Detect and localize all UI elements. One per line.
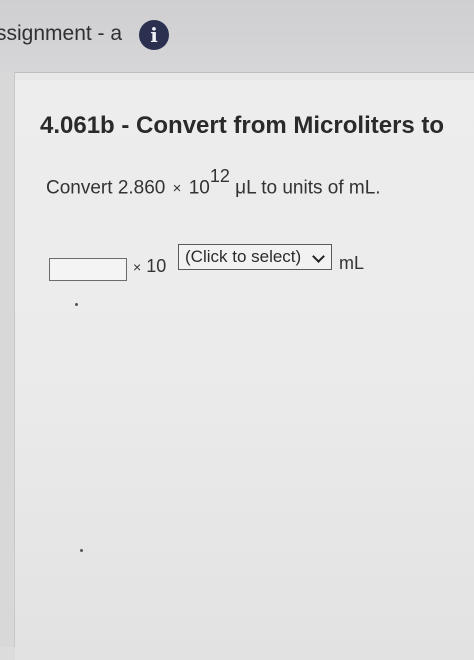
dust-speck [75,303,78,306]
answer-base: 10 [146,256,167,276]
assignment-header: ssignment - a i [0,0,474,73]
answer-times-sign: × [133,259,142,275]
info-icon[interactable]: i [139,20,169,50]
answer-unit: mL [339,253,365,273]
question-suffix: to units of mL. [261,177,381,199]
left-rail [0,72,15,647]
question-base: 10 [188,177,210,199]
answer-times-ten: × 10 [133,256,166,277]
exponent-select-label: (Click to select) [185,247,302,266]
assignment-title: ssignment - a [0,22,123,45]
question-text: Convert 2.860 × 1012 μL to units of mL. [46,166,381,199]
question-mantissa: 2.860 [117,177,166,199]
question-times-sign: × [172,180,182,198]
question-prefix: Convert [46,177,113,199]
question-unit-from: μL [235,177,256,199]
answer-input[interactable] [49,258,127,281]
exponent-select[interactable]: (Click to select) [178,244,332,270]
dust-speck [80,549,83,552]
question-exponent: 12 [209,166,230,186]
chevron-down-icon [312,250,325,263]
problem-title: 4.061b - Convert from Microliters to [40,112,445,139]
question-card [15,80,474,660]
